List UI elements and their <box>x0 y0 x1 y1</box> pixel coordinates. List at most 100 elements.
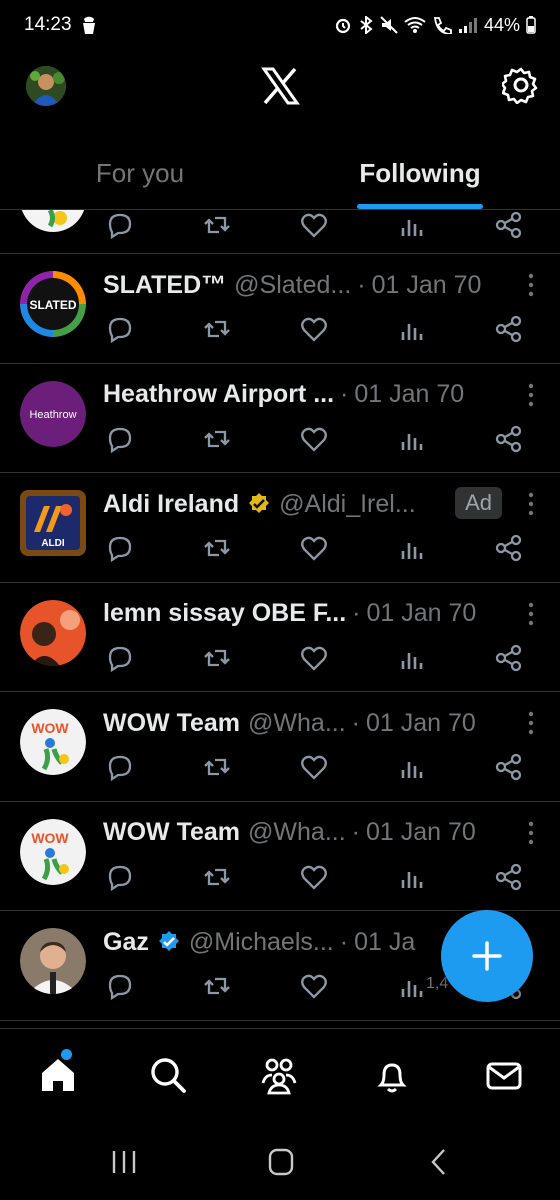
tweet-partial[interactable] <box>0 210 560 254</box>
recent-apps-icon[interactable] <box>110 1148 140 1176</box>
share-icon[interactable] <box>493 752 523 782</box>
tweet-author-name[interactable]: lemn sissay OBE F... <box>103 599 346 628</box>
messages-icon[interactable] <box>484 1055 524 1095</box>
share-icon[interactable] <box>493 643 523 673</box>
share-icon[interactable] <box>493 533 523 563</box>
x-logo[interactable] <box>260 66 300 106</box>
retweet-icon[interactable] <box>202 971 232 1001</box>
reply-icon[interactable] <box>105 533 135 563</box>
views-icon[interactable] <box>398 862 428 892</box>
tweet[interactable]: SLATED SLATED™ @Slated... · 01 Jan 70 <box>0 254 560 364</box>
battery-percent: 44% <box>483 14 520 35</box>
tweet-ad[interactable]: ALDI Aldi Ireland @Aldi_Irel... Ad <box>0 473 560 583</box>
views-icon[interactable] <box>398 643 428 673</box>
avatar-wow-team[interactable]: WOW <box>20 818 86 885</box>
share-icon[interactable] <box>493 210 523 240</box>
tweet[interactable]: lemn sissay OBE F... · 01 Jan 70 <box>0 583 560 692</box>
retweet-icon[interactable] <box>202 862 232 892</box>
views-count: 1,4 <box>426 975 449 992</box>
tweet-author-handle[interactable]: @Michaels... <box>189 928 334 957</box>
like-icon[interactable] <box>299 971 329 1001</box>
reply-icon[interactable] <box>105 971 135 1001</box>
avatar-heathrow-text: Heathrow <box>29 409 76 421</box>
settings-gear-icon[interactable] <box>502 66 540 104</box>
tweet-author-handle[interactable]: @Wha... <box>248 818 346 847</box>
like-icon[interactable] <box>299 862 329 892</box>
tweet-author-handle[interactable]: @Aldi_Irel... <box>279 490 416 519</box>
avatar-slated[interactable]: SLATED <box>20 271 86 337</box>
share-icon[interactable] <box>493 424 523 454</box>
retweet-icon[interactable] <box>202 314 232 344</box>
reply-icon[interactable] <box>105 424 135 454</box>
retweet-icon[interactable] <box>202 210 232 240</box>
avatar-heathrow[interactable]: Heathrow <box>20 380 86 447</box>
separator-dot: · <box>340 380 349 408</box>
home-button-icon[interactable] <box>266 1148 296 1176</box>
bottom-navigation <box>0 1028 560 1124</box>
like-icon[interactable] <box>299 314 329 344</box>
tweet-author-name[interactable]: WOW Team <box>103 709 240 738</box>
views-icon[interactable] <box>398 314 428 344</box>
reply-icon[interactable] <box>105 643 135 673</box>
more-options-icon[interactable] <box>526 272 536 298</box>
compose-post-button[interactable] <box>441 910 533 1002</box>
home-icon[interactable] <box>38 1055 78 1095</box>
ad-badge: Ad <box>455 487 502 519</box>
avatar-aldi-text: ALDI <box>41 538 65 549</box>
avatar-wow-team[interactable]: WOW <box>20 709 86 775</box>
retweet-icon[interactable] <box>202 533 232 563</box>
tweet[interactable]: WOW WOW Team @Wha... · 01 Jan 70 <box>0 692 560 802</box>
tweet-author-handle[interactable]: @Wha... <box>248 709 346 738</box>
tweet-author-name[interactable]: Gaz <box>103 928 149 957</box>
reply-icon[interactable] <box>105 752 135 782</box>
views-icon[interactable] <box>398 971 428 1001</box>
like-icon[interactable] <box>299 533 329 563</box>
more-options-icon[interactable] <box>526 710 536 736</box>
back-icon[interactable] <box>424 1148 454 1176</box>
tab-following[interactable]: Following <box>280 148 560 209</box>
separator-dot: · <box>351 708 360 737</box>
tweet-author-handle[interactable]: @Slated... <box>234 271 351 300</box>
tweet-author-name[interactable]: SLATED™ <box>103 271 226 300</box>
avatar-aldi[interactable]: ALDI <box>20 490 86 556</box>
tweet[interactable]: Heathrow Heathrow Airport ... · 01 Jan 7… <box>0 364 560 473</box>
avatar-lemn-sissay[interactable] <box>20 599 86 666</box>
communities-icon[interactable] <box>259 1055 299 1095</box>
timeline-feed[interactable]: SLATED SLATED™ @Slated... · 01 Jan 70 He… <box>0 210 560 1028</box>
reply-icon[interactable] <box>105 210 135 240</box>
share-icon[interactable] <box>493 862 523 892</box>
views-icon[interactable] <box>398 210 428 240</box>
retweet-icon[interactable] <box>202 424 232 454</box>
share-icon[interactable] <box>493 314 523 344</box>
like-icon[interactable] <box>299 643 329 673</box>
tweet-author-name[interactable]: WOW Team <box>103 818 240 847</box>
tweet-author-name[interactable]: Aldi Ireland <box>103 490 239 519</box>
more-options-icon[interactable] <box>526 820 536 846</box>
like-icon[interactable] <box>299 424 329 454</box>
retweet-icon[interactable] <box>202 643 232 673</box>
avatar[interactable] <box>20 210 86 232</box>
views-icon[interactable] <box>398 533 428 563</box>
tweet[interactable]: WOW WOW Team @Wha... · 01 Jan 70 <box>0 802 560 911</box>
retweet-icon[interactable] <box>202 752 232 782</box>
like-icon[interactable] <box>299 210 329 240</box>
tweet-author-name[interactable]: Heathrow Airport ... <box>103 380 334 409</box>
more-options-icon[interactable] <box>526 491 536 517</box>
reply-icon[interactable] <box>105 862 135 892</box>
search-icon[interactable] <box>148 1055 188 1095</box>
tab-for-you[interactable]: For you <box>0 148 280 209</box>
tweet-actions <box>103 314 533 344</box>
tweet-actions <box>103 533 533 563</box>
views-icon[interactable] <box>398 752 428 782</box>
views-icon[interactable] <box>398 424 428 454</box>
tweet-header: Heathrow Airport ... · 01 Jan 70 <box>103 378 490 412</box>
like-icon[interactable] <box>299 752 329 782</box>
profile-avatar[interactable] <box>26 66 66 106</box>
more-options-icon[interactable] <box>526 601 536 627</box>
tweet-date: 01 Ja <box>354 927 416 956</box>
notifications-icon[interactable] <box>372 1055 412 1095</box>
tweet-date: 01 Jan 70 <box>354 380 465 408</box>
reply-icon[interactable] <box>105 314 135 344</box>
more-options-icon[interactable] <box>526 382 536 408</box>
avatar-gaz[interactable] <box>20 928 86 994</box>
